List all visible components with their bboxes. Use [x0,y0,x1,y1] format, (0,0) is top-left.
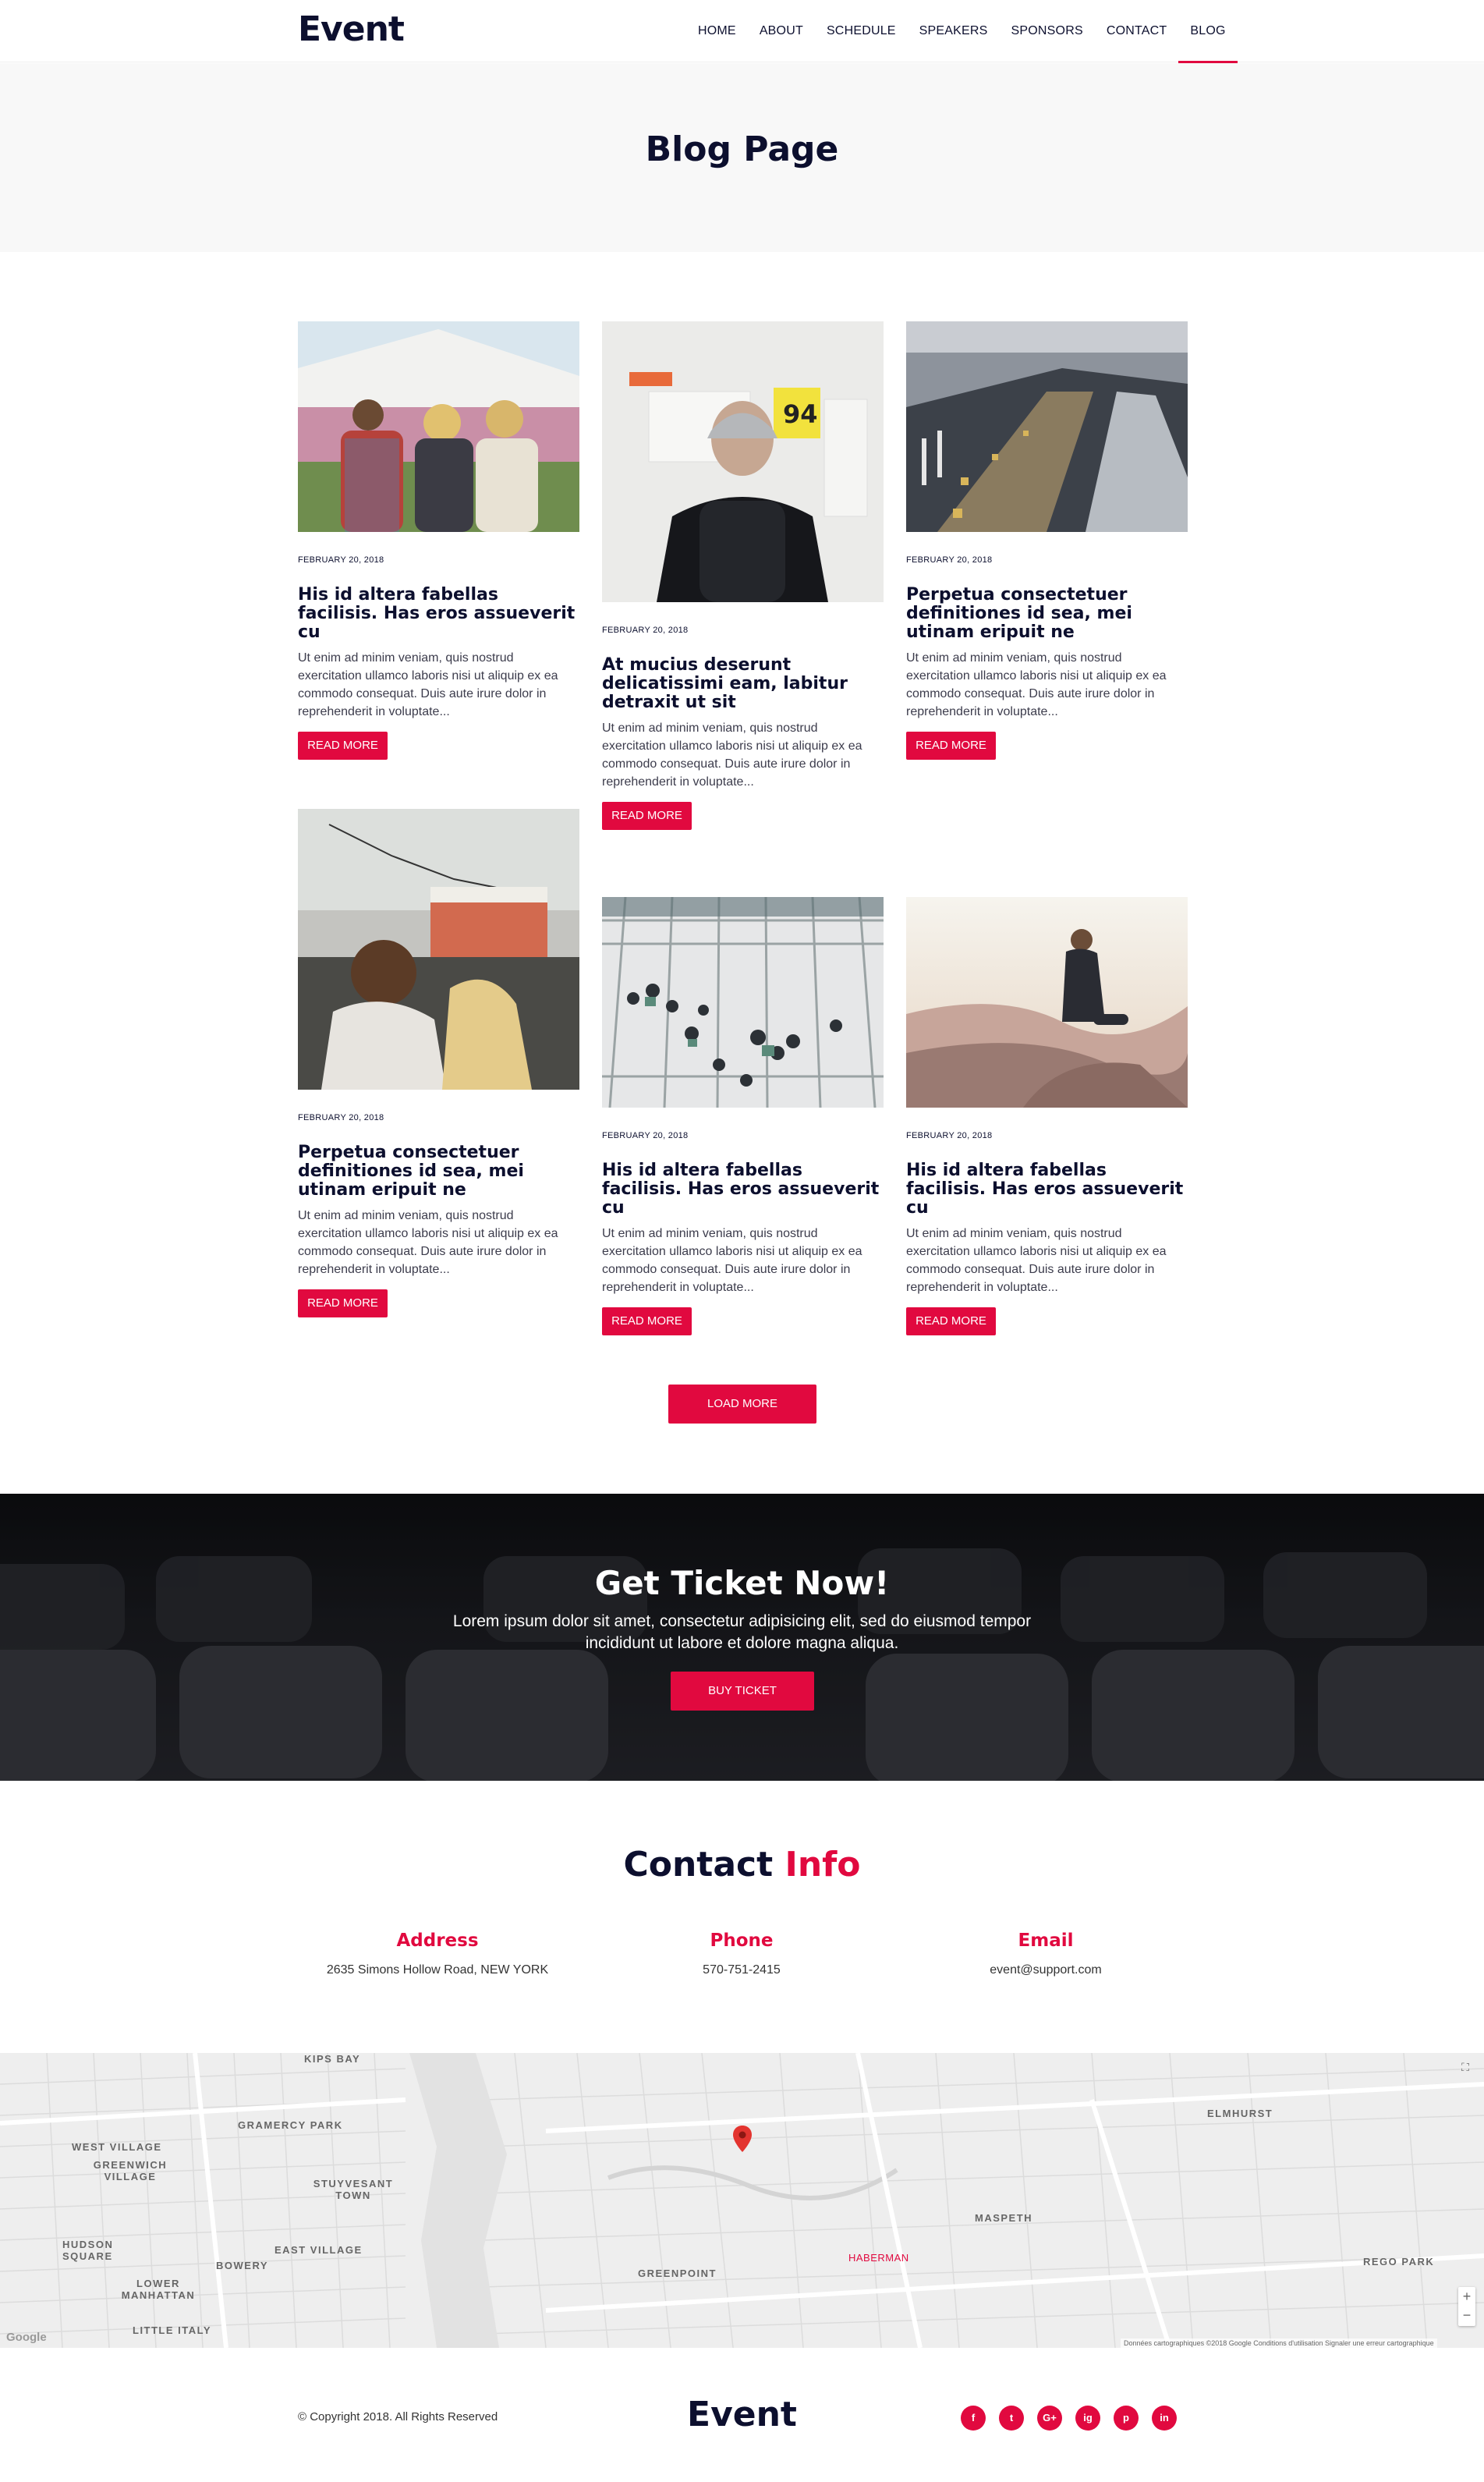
pinterest-icon[interactable]: p [1114,2406,1139,2431]
post-excerpt: Ut enim ad minim veniam, quis nostrud ex… [602,722,862,789]
nav-sponsors[interactable]: SPONSORS [1000,0,1095,62]
contact-title: Contact Info [0,1845,1484,1885]
post-title[interactable]: His id altera fabellas facilisis. Has er… [906,1161,1188,1218]
contact-phone: Phone 570-751-2415 [586,1931,898,1977]
site-header: Event HOME ABOUT SCHEDULE SPEAKERS SPONS… [0,0,1484,63]
post-date: FEBRUARY 20, 2018 [602,1131,689,1140]
post-excerpt: Ut enim ad minim veniam, quis nostrud ex… [906,1227,1167,1294]
post-title[interactable]: His id altera fabellas facilisis. Has er… [298,586,579,642]
map-label: EAST VILLAGE [274,2244,363,2256]
post-title[interactable]: Perpetua consectetuer definitiones id se… [906,586,1188,642]
ticket-cta-section: Get Ticket Now! Lorem ipsum dolor sit am… [0,1494,1484,1781]
facebook-icon[interactable]: f [961,2406,986,2431]
read-more-button[interactable]: READ MORE [298,1289,388,1317]
map-label: KIPS BAY [304,2053,361,2065]
map-label: MASPETH [975,2212,1033,2224]
map-label: WEST VILLAGE [72,2141,162,2153]
nav-home[interactable]: HOME [686,0,748,62]
read-more-button[interactable]: READ MORE [298,732,388,760]
map-label: HUDSON SQUARE [62,2239,114,2262]
page-title: Blog Page [645,129,839,169]
blog-card: FEBRUARY 20, 2018 Perpetua consectetuer … [298,809,579,1317]
social-links: f t G+ ig p in [961,2406,1177,2431]
svg-text:94: 94 [783,399,818,429]
nav-blog[interactable]: BLOG [1178,0,1238,63]
map-label: GREENPOINT [638,2267,717,2279]
blog-card: FEBRUARY 20, 2018 His id altera fabellas… [602,897,884,1335]
nav-schedule[interactable]: SCHEDULE [815,0,908,62]
blog-card: FEBRUARY 20, 2018 His id altera fabellas… [906,897,1188,1335]
post-excerpt: Ut enim ad minim veniam, quis nostrud ex… [298,651,558,718]
location-map[interactable]: KIPS BAY WEST VILLAGE GREENWICH VILLAGE … [0,2053,1484,2348]
google-logo: Google [6,2331,47,2344]
read-more-button[interactable]: READ MORE [906,1307,996,1335]
contact-title-main: Contact [623,1845,774,1885]
blog-image-concert[interactable] [298,809,579,1090]
post-date: FEBRUARY 20, 2018 [298,1113,384,1122]
map-label: LOWER MANHATTAN [121,2278,196,2301]
post-date: FEBRUARY 20, 2018 [906,555,993,565]
blog-image-woman-on-rock[interactable] [906,897,1188,1108]
read-more-button[interactable]: READ MORE [602,1307,692,1335]
email-label: Email [1018,1931,1074,1951]
load-more-button[interactable]: LOAD MORE [668,1385,816,1424]
post-excerpt: Ut enim ad minim veniam, quis nostrud ex… [298,1209,558,1276]
blog-image-people-from-above[interactable] [602,897,884,1108]
post-excerpt: Ut enim ad minim veniam, quis nostrud ex… [906,651,1167,718]
post-title[interactable]: His id altera fabellas facilisis. Has er… [602,1161,884,1218]
address-label: Address [396,1931,479,1951]
post-title[interactable]: Perpetua consectetuer definitiones id se… [298,1143,579,1200]
blog-card: FEBRUARY 20, 2018 His id altera fabellas… [298,321,579,760]
read-more-button[interactable]: READ MORE [906,732,996,760]
phone-label: Phone [710,1931,774,1951]
map-label: STUYVESANT TOWN [313,2178,394,2201]
post-title[interactable]: At mucius deserunt delicatissimi eam, la… [602,656,884,712]
footer-logo[interactable]: Event [0,2395,1484,2434]
map-label: REGO PARK [1363,2256,1435,2267]
read-more-button[interactable]: READ MORE [602,802,692,830]
map-label: LITTLE ITALY [133,2324,212,2336]
nav-contact[interactable]: CONTACT [1095,0,1179,62]
site-logo[interactable]: Event [298,9,405,49]
blog-image-man-backpack[interactable]: 94 [602,321,884,602]
zoom-out-button[interactable]: − [1458,2306,1475,2324]
map-label: Haberman [848,2252,909,2264]
email-value[interactable]: event@support.com [890,1963,1202,1977]
contact-address: Address 2635 Simons Hollow Road, NEW YOR… [282,1931,593,1977]
map-label: BOWERY [216,2260,269,2271]
map-pin-icon[interactable] [733,2126,752,2152]
linkedin-icon[interactable]: in [1152,2406,1177,2431]
cta-title: Get Ticket Now! [594,1564,890,1602]
nav-speakers[interactable]: SPEAKERS [908,0,1000,62]
contact-email: Email event@support.com [890,1931,1202,1977]
google-plus-icon[interactable]: G+ [1037,2406,1062,2431]
map-label: GRAMERCY PARK [238,2119,343,2131]
post-date: FEBRUARY 20, 2018 [602,626,689,635]
nav-about[interactable]: ABOUT [748,0,815,62]
map-label: GREENWICH VILLAGE [93,2159,168,2182]
contact-title-accent: Info [785,1845,861,1885]
blog-card: 94 FEBRUARY 20, 2018 At mucius deserunt … [602,321,884,830]
main-nav: HOME ABOUT SCHEDULE SPEAKERS SPONSORS CO… [686,0,1238,63]
address-value: 2635 Simons Hollow Road, NEW YORK [326,1963,549,1977]
post-date: FEBRUARY 20, 2018 [298,555,384,565]
instagram-icon[interactable]: ig [1075,2406,1100,2431]
phone-value[interactable]: 570-751-2415 [586,1963,898,1977]
buy-ticket-button[interactable]: BUY TICKET [671,1672,814,1711]
blog-image-festival-crowd[interactable] [298,321,579,532]
map-zoom-control: + − [1458,2287,1475,2326]
cta-text: Lorem ipsum dolor sit amet, consectetur … [452,1612,1032,1652]
zoom-in-button[interactable]: + [1458,2287,1475,2306]
post-excerpt: Ut enim ad minim veniam, quis nostrud ex… [602,1227,862,1294]
map-label: ELMHURST [1207,2108,1273,2119]
fullscreen-icon[interactable]: ⛶ [1457,2059,1474,2076]
blog-image-airport-hall[interactable] [906,321,1188,532]
twitter-icon[interactable]: t [999,2406,1024,2431]
map-attribution[interactable]: Données cartographiques ©2018 Google Con… [1121,2338,1437,2348]
blog-card: FEBRUARY 20, 2018 Perpetua consectetuer … [906,321,1188,760]
post-date: FEBRUARY 20, 2018 [906,1131,993,1140]
page-banner: Blog Page [0,63,1484,252]
